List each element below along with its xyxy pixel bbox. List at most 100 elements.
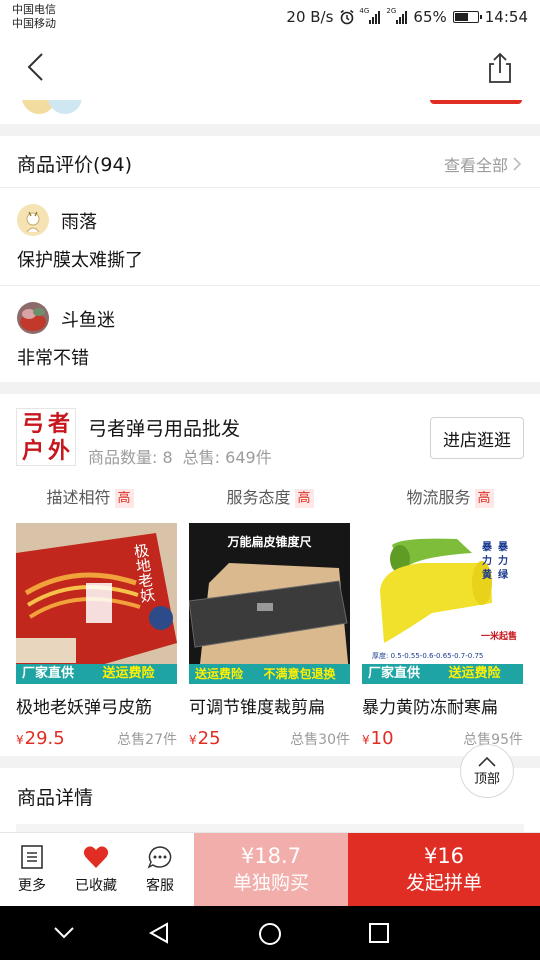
product-price: ¥25 [189, 728, 221, 749]
details-content-start [16, 824, 524, 832]
review-item: 斗鱼迷 非常不错 [0, 285, 540, 382]
store-logo-char: 者 [47, 411, 70, 437]
avatar [48, 100, 82, 114]
nav-home-icon[interactable] [258, 922, 282, 946]
share-icon [489, 52, 511, 83]
store-products: 极地老妖 厂家直供 送运费险 极地老妖弹弓皮筋 ¥29.5 总售27件 万能扁皮… [16, 523, 524, 749]
store-goods-count: 商品数量: 8 [88, 448, 173, 467]
rating-badge: 高 [294, 489, 314, 508]
start-group-buy-button[interactable]: ¥16 发起拼单 [348, 833, 540, 906]
single-price: ¥18.7 [240, 843, 302, 868]
img-char: 力 [482, 556, 492, 567]
banner-right: 不满意包退换 [249, 664, 350, 684]
banner-left: 送运费险 [189, 664, 250, 684]
product-banner: 厂家直供 送运费险 [362, 664, 523, 684]
section-divider [0, 382, 540, 394]
back-button[interactable] [18, 50, 54, 86]
rating-logistics: 物流服务高 [360, 484, 540, 510]
banner-left: 厂家直供 [362, 664, 427, 684]
view-all-reviews-link[interactable]: 查看全部 [444, 152, 522, 176]
clock: 14:54 [484, 8, 528, 26]
more-label: 更多 [18, 877, 46, 894]
banner-right: 送运费险 [426, 664, 523, 684]
reviews-title: 商品评价(94) [17, 154, 133, 176]
chevron-right-icon [513, 157, 522, 171]
signal-2g-icon: 2G [386, 7, 408, 24]
status-bar: 中国电信 中国移动 20 B/s 4G 2G 65% 14:54 [0, 0, 540, 36]
reviews-section: 商品评价(94) 查看全部 雨落 保护膜太难撕了 斗鱼迷 非常不错 [0, 136, 540, 382]
buy-single-button[interactable]: ¥18.7 单独购买 [194, 833, 348, 906]
product-price: ¥10 [362, 728, 394, 749]
heart-icon [83, 845, 109, 868]
product-card[interactable]: 极地老妖 厂家直供 送运费险 极地老妖弹弓皮筋 ¥29.5 总售27件 [16, 523, 177, 749]
reviewer-name: 雨落 [61, 212, 97, 233]
store-logo-char: 外 [47, 438, 70, 464]
customer-service-label: 客服 [146, 877, 174, 894]
currency-symbol: ¥ [362, 733, 370, 747]
product-card[interactable]: 暴力黄 暴力绿 一米起售 厚度: 0.5-0.55-0.6-0.65-0.7-0… [362, 523, 523, 749]
status-icons: 20 B/s 4G 2G 65% 14:54 [286, 7, 528, 27]
store-logo[interactable]: 弓者 户外 [16, 408, 76, 466]
review-text: 保护膜太难撕了 [17, 250, 143, 271]
back-to-top-button[interactable]: 顶部 [460, 744, 514, 798]
join-group-button[interactable] [430, 100, 522, 104]
rating-label: 描述相符 [46, 488, 111, 507]
store-total-sold: 总售: 649件 [182, 448, 272, 467]
nav-back-icon[interactable] [148, 922, 170, 944]
section-divider [0, 756, 540, 768]
battery-fill [454, 13, 468, 21]
review-item: 雨落 保护膜太难撕了 [0, 188, 540, 285]
signal-2g-tag: 2G [386, 7, 397, 15]
product-image-tag: 一米起售 [480, 632, 517, 642]
img-char: 力 [498, 556, 508, 567]
store-logo-char: 户 [21, 438, 44, 464]
img-char: 暴 [498, 542, 508, 553]
product-meta: ¥29.5 总售27件 [16, 728, 177, 749]
bottom-action-bar: 更多 已收藏 客服 ¥18.7 单独购买 ¥16 发起拼单 [0, 832, 540, 906]
battery-icon [452, 11, 482, 23]
store-logo-char: 弓 [21, 411, 44, 437]
chevron-left-icon [27, 53, 43, 81]
currency-symbol: ¥ [189, 733, 197, 747]
rating-label: 服务态度 [226, 488, 291, 507]
alarm-icon [340, 9, 354, 25]
signal-4g-tag: 4G [359, 7, 370, 15]
group-price: ¥16 [423, 843, 465, 868]
review-text: 非常不错 [17, 348, 89, 369]
carrier-1: 中国电信 [12, 3, 56, 16]
net-speed: 20 B/s [286, 8, 334, 26]
product-banner: 厂家直供 送运费险 [16, 664, 177, 684]
details-title: 商品详情 [17, 787, 94, 809]
banner-left: 厂家直供 [16, 664, 81, 684]
view-all-label: 查看全部 [443, 156, 508, 175]
product-banner: 送运费险 不满意包退换 [189, 664, 350, 684]
signal-4g-icon: 4G [359, 7, 381, 24]
product-price: ¥29.5 [16, 728, 65, 749]
currency-symbol: ¥ [16, 733, 24, 747]
battery-percent: 65% [413, 8, 447, 26]
avatar [17, 204, 49, 236]
details-section: 商品详情 [0, 768, 540, 832]
product-image-spec: 厚度: 0.5-0.55-0.6-0.65-0.7-0.75 [372, 652, 484, 660]
product-image: 万能扁皮锥度尺 送运费险 不满意包退换 [189, 523, 350, 684]
favorite-label: 已收藏 [75, 877, 117, 894]
rating-badge: 高 [474, 489, 494, 508]
chat-icon [147, 845, 172, 869]
product-title: 暴力黄防冻耐寒扁 [362, 698, 498, 718]
product-image: 暴力黄 暴力绿 一米起售 厚度: 0.5-0.55-0.6-0.65-0.7-0… [362, 523, 523, 684]
customer-service-button[interactable]: 客服 [128, 833, 192, 906]
more-button[interactable]: 更多 [0, 833, 64, 906]
enter-store-button[interactable]: 进店逛逛 [430, 417, 524, 459]
img-char: 绿 [498, 570, 508, 581]
store-name: 弓者弹弓用品批发 [88, 418, 241, 440]
banner-right: 送运费险 [80, 664, 177, 684]
partial-group-section [0, 100, 540, 124]
nav-recents-icon[interactable] [369, 923, 389, 943]
product-title: 极地老妖弹弓皮筋 [16, 698, 152, 718]
favorite-button[interactable]: 已收藏 [64, 833, 128, 906]
product-card[interactable]: 万能扁皮锥度尺 送运费险 不满意包退换 可调节锥度裁剪扁 ¥25 总售30件 [189, 523, 350, 749]
share-button[interactable] [482, 50, 518, 86]
nav-down-icon[interactable] [53, 926, 75, 940]
price-value: 25 [197, 728, 221, 749]
product-meta: ¥25 总售30件 [189, 728, 350, 749]
